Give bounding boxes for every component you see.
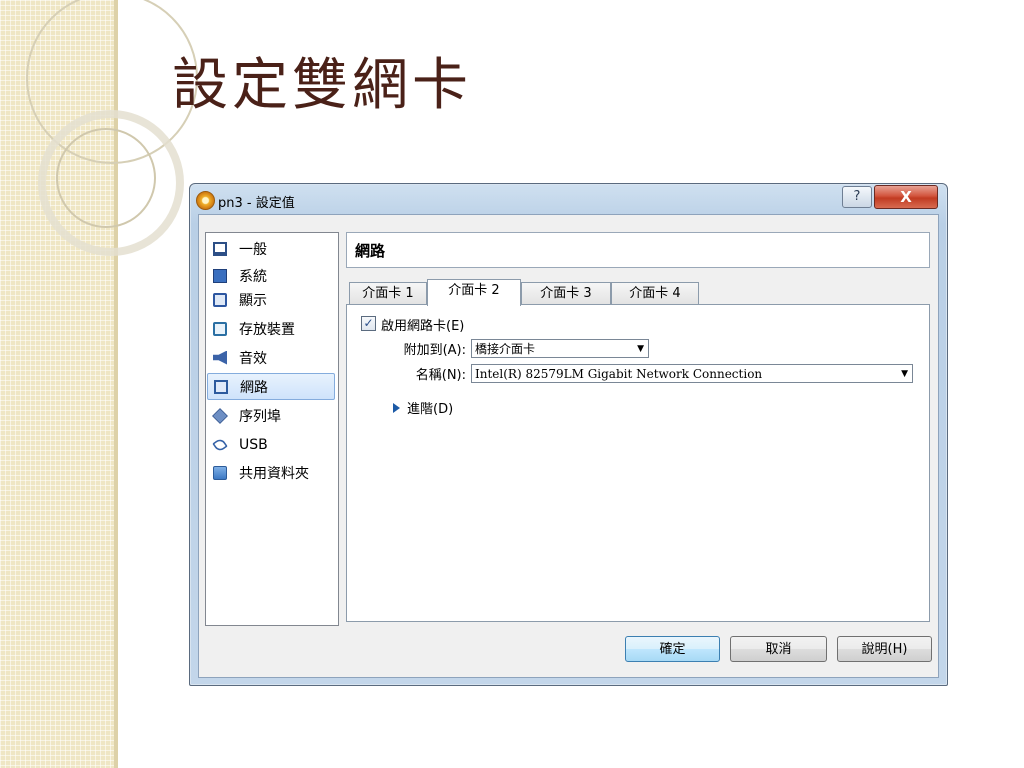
sidebar-item-label: 音效	[239, 350, 267, 367]
name-label: 名稱(N):	[415, 368, 466, 383]
network-icon	[214, 379, 228, 394]
sidebar-item-usb[interactable]: USB	[207, 431, 335, 458]
display-icon	[213, 292, 227, 307]
tab-adapter-2[interactable]: 介面卡 2	[427, 279, 521, 306]
advanced-toggle[interactable]: 進階(D)	[407, 398, 453, 417]
help-button[interactable]: 說明(H)	[837, 636, 932, 662]
attached-to-label: 附加到(A):	[403, 343, 466, 358]
virtualbox-app-icon	[196, 191, 215, 210]
sidebar-item-network[interactable]: 網路	[207, 373, 335, 400]
tab-adapter-3[interactable]: 介面卡 3	[521, 282, 611, 304]
sidebar-item-label: 共用資料夾	[239, 465, 309, 482]
sidebar-item-display[interactable]: 顯示	[207, 286, 335, 313]
tab-adapter-1[interactable]: 介面卡 1	[349, 282, 427, 304]
sidebar-item-label: 系統	[239, 268, 267, 285]
decorative-ring	[56, 128, 156, 228]
adapter-name-select[interactable]: Intel(R) 82579LM Gigabit Network Connect…	[471, 364, 913, 383]
serial-port-icon	[212, 407, 228, 424]
audio-icon	[213, 350, 227, 365]
dialog-client-area: 一般 系統 顯示 存放裝置 音效 網路 序列埠 USB 共用資料夾 網路 介面卡…	[198, 214, 939, 678]
general-icon	[213, 241, 227, 256]
sidebar-item-system[interactable]: 系統	[207, 262, 335, 289]
enable-adapter-checkbox[interactable]: ✓	[361, 316, 376, 331]
help-question-button[interactable]: ?	[842, 186, 872, 208]
settings-dialog: pn3 - 設定值 ? X 一般 系統 顯示 存放裝置 音效 網路 序列埠 US…	[189, 183, 948, 686]
adapter-tab-panel: ✓ 啟用網路卡(E) 附加到(A): 橋接介面卡 ▼ 名稱(N): Intel(…	[346, 304, 930, 622]
sidebar-item-general[interactable]: 一般	[207, 235, 335, 262]
expand-arrow-icon[interactable]	[393, 403, 400, 413]
sidebar-item-shared-folders[interactable]: 共用資料夾	[207, 459, 335, 486]
sidebar-item-label: 序列埠	[239, 408, 281, 425]
chevron-down-icon: ▼	[637, 344, 644, 354]
usb-icon	[212, 436, 228, 453]
sidebar-item-label: 顯示	[239, 292, 267, 309]
attached-to-select[interactable]: 橋接介面卡 ▼	[471, 339, 649, 358]
sidebar-item-label: 網路	[240, 379, 268, 396]
system-icon	[213, 268, 227, 283]
close-button[interactable]: X	[874, 185, 938, 209]
page-title: 網路	[355, 242, 386, 260]
sidebar-item-audio[interactable]: 音效	[207, 344, 335, 371]
sidebar-item-serial-ports[interactable]: 序列埠	[207, 402, 335, 429]
attached-to-value: 橋接介面卡	[475, 342, 536, 356]
sidebar-item-storage[interactable]: 存放裝置	[207, 315, 335, 342]
dialog-titlebar[interactable]: pn3 - 設定值 ? X	[190, 184, 947, 214]
storage-icon	[213, 321, 227, 336]
cancel-button[interactable]: 取消	[730, 636, 827, 662]
chevron-down-icon: ▼	[901, 369, 908, 379]
tab-adapter-4[interactable]: 介面卡 4	[611, 282, 699, 304]
ok-button[interactable]: 確定	[625, 636, 720, 662]
slide-title: 設定雙網卡	[172, 53, 472, 118]
sidebar-item-label: 一般	[239, 241, 267, 258]
sidebar-item-label: USB	[239, 436, 268, 453]
shared-folder-icon	[213, 465, 227, 480]
dialog-title: pn3 - 設定值	[218, 196, 295, 211]
enable-adapter-label[interactable]: 啟用網路卡(E)	[381, 315, 464, 334]
page-header: 網路	[346, 232, 930, 268]
settings-category-list: 一般 系統 顯示 存放裝置 音效 網路 序列埠 USB 共用資料夾	[205, 232, 339, 626]
adapter-name-value: Intel(R) 82579LM Gigabit Network Connect…	[475, 367, 763, 381]
sidebar-item-label: 存放裝置	[239, 321, 295, 338]
